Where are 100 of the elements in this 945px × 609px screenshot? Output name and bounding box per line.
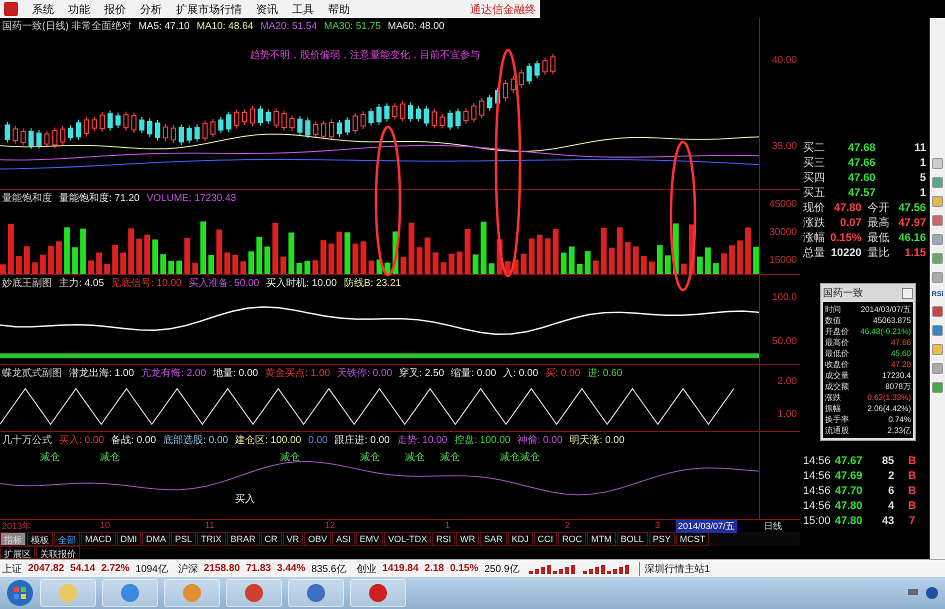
data-label: 流通股 [825,425,849,436]
tool-icon[interactable] [932,158,943,169]
indicator-tab[interactable]: CCI [534,532,558,546]
tool-icon[interactable] [932,382,943,393]
indicator-tab[interactable]: WR [456,532,480,546]
indicator-value: 买入准备: 50.00 [188,276,260,290]
tool-icon[interactable] [932,306,943,317]
data-label: 换手率 [825,414,849,425]
taskbar-app-button[interactable] [288,579,344,607]
index-name: 上证 [2,562,22,576]
data-label: 成交额 [825,381,849,392]
indicator-value: 潜龙出海: 1.00 [69,366,134,380]
menu-item[interactable]: 扩展市场行情 [176,2,242,16]
panel-tab[interactable]: 扩展区 [0,546,35,559]
tick-volume: 2 [887,470,894,482]
help-icon[interactable] [925,586,939,600]
panel-title: 量能饱和度 [2,192,52,205]
quote-value: 46.16 [897,232,926,244]
index-change: 2.18 [424,563,444,574]
indicator-tab[interactable]: BRAR [226,532,260,546]
indicator-tab[interactable]: PSL [171,532,196,546]
indicator-value: 亢龙有悔: 2.00 [141,366,206,380]
indicator-tab[interactable]: KDJ [508,532,533,546]
tray-icon[interactable] [907,586,919,598]
menu-item[interactable]: 系统 [32,2,54,16]
taskbar-app-button[interactable] [164,579,220,607]
indicator-tab[interactable]: BOLL [616,532,648,546]
tick-volume: 43 [880,514,894,526]
quote-label: 今开 [868,201,890,215]
quote-value: 0.15% [829,232,862,244]
quote-volume: 5 [918,172,926,184]
indicator-tab[interactable]: TRIX [197,532,226,546]
tool-icon[interactable] [932,272,943,283]
tool-icon[interactable] [932,344,943,355]
indicator-tab[interactable]: 全部 [54,532,80,546]
tool-icon[interactable] [932,196,943,207]
indicator-tab[interactable]: OBV [304,532,332,546]
sell-mark: 减仓 [500,450,520,464]
indicator-tab[interactable]: DMI [116,532,141,546]
indicator-tab[interactable]: MACD [81,532,116,546]
tool-icon[interactable] [932,215,943,226]
tool-icon[interactable] [932,325,943,336]
quote-value: 47.56 [897,202,926,214]
quote-price: 47.66 [846,156,876,168]
close-button[interactable] [902,288,913,298]
window-title: 国药一致 [823,286,863,300]
indicator-tab[interactable]: PSY [648,532,675,546]
indicator-value: 底部选股: 0.00 [163,434,228,447]
menu-item[interactable]: 功能 [68,2,90,16]
tool-icon[interactable] [932,253,943,264]
indicator-value: 买入: 0.00 [59,434,104,447]
indicator-value: 防线B: 23.21 [344,276,402,290]
date-label: 3 [655,520,660,530]
menu-item[interactable]: 报价 [104,2,126,16]
menu-item[interactable]: 工具 [292,2,314,16]
indicator-tab[interactable]: DMA [142,532,170,546]
axis-label: 45000 [769,198,797,210]
index-name: 沪深 [178,562,198,576]
indicator-value: 地量: 0.00 [213,366,258,380]
indicator-tab[interactable]: VOL-TDX [384,532,432,546]
data-value: 46.48(-0.21%) [860,326,911,337]
data-label: 数值 [825,315,841,326]
index-value: 2158.80 [204,563,240,574]
menu-item[interactable]: 资讯 [256,2,278,16]
indicator-tab[interactable]: VR [282,532,304,546]
tool-icon[interactable] [932,177,943,188]
quote-volume: 11 [913,142,926,154]
taskbar-app-button[interactable] [226,579,282,607]
indicator-tab[interactable]: MCST [676,532,710,546]
panel-title: 几十万公式 [2,434,52,447]
tick-price: 47.70 [834,484,862,496]
indicator-tab[interactable]: EMV [356,532,384,546]
date-label: 12 [325,520,336,530]
indicator-tab[interactable]: RSI [432,532,456,546]
indicator-tab[interactable]: MTM [587,532,616,546]
menu-item[interactable]: 分析 [140,2,162,16]
tick-time: 14:56 [803,484,831,496]
tool-icon[interactable] [932,234,943,245]
indicator-tab[interactable]: SAR [480,532,507,546]
quote-label: 最低 [868,231,890,245]
taskbar-app-button[interactable] [102,579,158,607]
tool-icon[interactable] [932,363,943,374]
tick-price: 47.67 [834,454,862,466]
indicator-tab[interactable]: ASI [332,532,355,546]
indicator-tab[interactable]: CR [260,532,282,546]
indicator-value: 买: 0.00 [545,367,580,380]
menu-item[interactable]: 帮助 [328,2,350,16]
index-name: 创业 [356,562,376,576]
start-button-icon[interactable] [6,579,34,607]
indicator-value: 备战: 0.00 [111,434,156,447]
indicator-tab[interactable]: ROC [558,532,586,546]
axis-label: 35.00 [772,140,797,152]
taskbar-app-button[interactable] [350,579,406,607]
indicator-tab[interactable]: 模板 [27,532,53,546]
indicator-value: 控盘: 100.00 [454,434,510,447]
panel-tab[interactable]: 关联报价 [36,546,80,559]
data-value: 2.33亿 [887,425,911,436]
indicator-value: 黄金买点: 1.00 [265,366,330,380]
indicator-value: 建仓区: 100.00 [235,434,302,447]
index-change: 54.14 [70,563,96,574]
